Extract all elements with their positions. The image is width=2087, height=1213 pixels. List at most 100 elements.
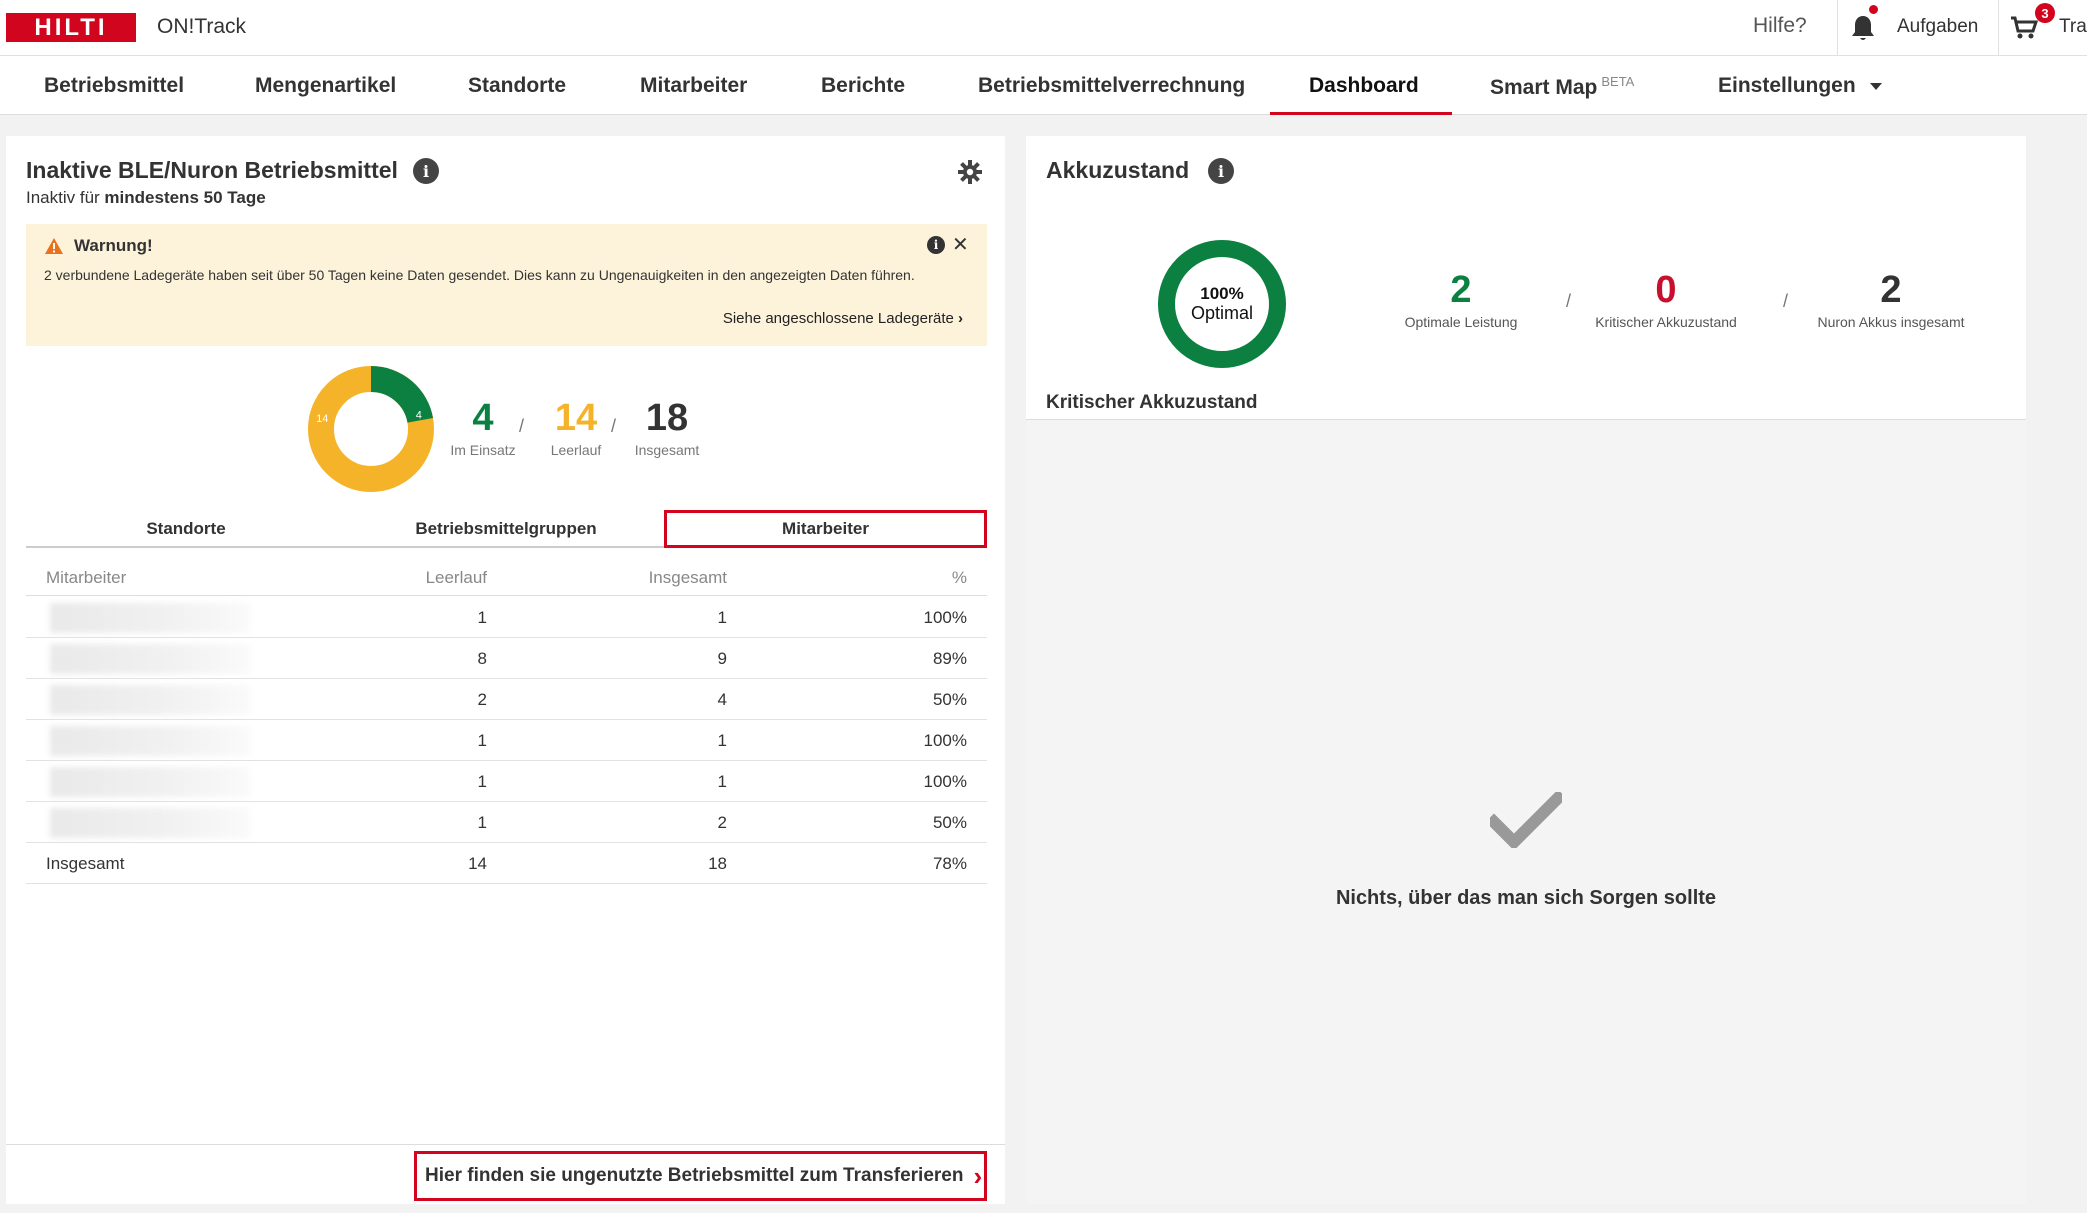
stat-separator: / xyxy=(1783,291,1789,311)
nav-einstellungen-label: Einstellungen xyxy=(1718,74,1856,97)
ring-label: Optimal xyxy=(1190,303,1253,323)
header-divider xyxy=(1837,0,1838,56)
see-chargers-label: Siehe angeschlossene Ladegeräte xyxy=(722,310,954,327)
ring-percent: 100% xyxy=(1200,284,1244,303)
cell-leerlauf: 1 xyxy=(477,731,487,750)
header-leerlauf[interactable]: Leerlauf xyxy=(426,568,487,588)
redacted-name xyxy=(50,603,250,633)
table-row[interactable]: 8 9 89% xyxy=(26,638,987,679)
table-row[interactable]: 1 2 50% xyxy=(26,802,987,843)
total-leerlauf: 14 xyxy=(468,854,487,873)
stat-separator: / xyxy=(611,416,617,436)
nav-dashboard[interactable]: Dashboard xyxy=(1309,74,1419,98)
cell-percent: 100% xyxy=(923,772,967,791)
tab-mitarbeiter[interactable]: Mitarbeiter xyxy=(664,510,987,548)
caret-down-icon xyxy=(1869,82,1882,90)
stat-separator: / xyxy=(1566,291,1572,311)
header-divider xyxy=(1998,0,1999,56)
cell-percent: 50% xyxy=(932,690,967,709)
stat-total: 18 Insgesamt xyxy=(622,398,712,458)
transfer-unused-link[interactable]: Hier finden sie ungenutzte Betriebsmitte… xyxy=(414,1151,987,1201)
top-header: HILTI ON!Track Hilfe? Aufgaben 3 Tra xyxy=(0,0,2087,56)
warning-text: 2 verbundene Ladegeräte haben seit über … xyxy=(44,267,915,283)
stat-in-use-label: Im Einsatz xyxy=(450,442,516,458)
total-insgesamt: 18 xyxy=(708,854,727,873)
stat-idle-label: Leerlauf xyxy=(550,442,602,458)
chevron-right-icon: › xyxy=(958,310,963,327)
main-nav: Betriebsmittel Mengenartikel Standorte M… xyxy=(0,56,2087,115)
battery-widget: Akkuzustand i 100% Optimal 2 Optimale Le… xyxy=(1026,136,2026,1204)
nav-mitarbeiter[interactable]: Mitarbeiter xyxy=(640,74,747,98)
redacted-name xyxy=(50,767,250,797)
see-chargers-link[interactable]: Siehe angeschlossene Ladegeräte › xyxy=(723,310,963,327)
battery-summary: Akkuzustand i 100% Optimal 2 Optimale Le… xyxy=(1026,136,2026,420)
stat-idle: 14 Leerlauf xyxy=(536,398,616,458)
nav-betriebsmittelverrechnung[interactable]: Betriebsmittelverrechnung xyxy=(978,74,1245,98)
stat-total-batteries: 2 Nuron Akkus insgesamt xyxy=(1791,270,1991,330)
table-row[interactable]: 1 1 100% xyxy=(26,720,987,761)
redacted-name xyxy=(50,726,250,756)
cart-label[interactable]: Tra xyxy=(2059,16,2087,38)
cell-percent: 100% xyxy=(923,731,967,750)
tasks-link[interactable]: Aufgaben xyxy=(1897,16,1978,38)
checkmark-icon xyxy=(1490,792,1562,848)
header-insgesamt[interactable]: Insgesamt xyxy=(649,568,727,588)
cart-icon[interactable] xyxy=(2010,16,2038,40)
redacted-name xyxy=(50,808,250,838)
cell-insgesamt: 4 xyxy=(717,690,727,709)
subtitle-prefix: Inaktiv für xyxy=(26,188,105,207)
stat-critical: 0 Kritischer Akkuzustand xyxy=(1576,270,1756,330)
nav-betriebsmittel[interactable]: Betriebsmittel xyxy=(44,74,184,98)
nav-einstellungen[interactable]: Einstellungen xyxy=(1718,74,1882,98)
inactive-tools-widget: Inaktive BLE/Nuron Betriebsmittel i Inak… xyxy=(6,136,1005,1204)
nav-smart-map[interactable]: Smart Map BETA xyxy=(1490,74,1634,100)
cell-percent: 100% xyxy=(923,608,967,627)
transfer-link-label: Hier finden sie ungenutzte Betriebsmitte… xyxy=(425,1165,964,1186)
stat-total-label: Insgesamt xyxy=(634,442,700,458)
nav-berichte[interactable]: Berichte xyxy=(821,74,905,98)
bell-icon[interactable] xyxy=(1850,14,1876,42)
info-icon[interactable]: i xyxy=(1208,158,1234,184)
header-mitarbeiter[interactable]: Mitarbeiter xyxy=(46,568,126,588)
close-icon[interactable]: ✕ xyxy=(952,232,969,257)
redacted-name xyxy=(50,644,250,674)
stat-optimal-value: 2 xyxy=(1450,269,1472,311)
gear-icon[interactable] xyxy=(958,160,982,184)
cell-leerlauf: 1 xyxy=(477,813,487,832)
help-link[interactable]: Hilfe? xyxy=(1753,14,1807,38)
table-row[interactable]: 1 1 100% xyxy=(26,761,987,802)
donut-in-use-label: 4 xyxy=(416,409,422,421)
table-header: Mitarbeiter Leerlauf Insgesamt % xyxy=(26,558,987,596)
stat-critical-label: Kritischer Akkuzustand xyxy=(1595,314,1737,330)
hilti-logo[interactable]: HILTI xyxy=(6,13,136,42)
nav-standorte[interactable]: Standorte xyxy=(468,74,566,98)
table-total-row: Insgesamt 14 18 78% xyxy=(26,843,987,884)
cell-leerlauf: 8 xyxy=(477,649,487,668)
info-icon[interactable]: i xyxy=(413,158,439,184)
header-percent[interactable]: % xyxy=(952,568,967,588)
inactive-donut-chart: 4 14 xyxy=(308,366,434,492)
stat-optimal: 2 Optimale Leistung xyxy=(1386,270,1536,330)
tab-standorte[interactable]: Standorte xyxy=(26,510,346,548)
stat-in-use: 4 Im Einsatz xyxy=(443,398,523,458)
cell-leerlauf: 1 xyxy=(477,772,487,791)
critical-section-title: Kritischer Akkuzustand xyxy=(1046,392,1258,413)
warning-title: Warnung! xyxy=(74,236,153,255)
stat-idle-value: 14 xyxy=(554,397,598,439)
widget-footer: Hier finden sie ungenutzte Betriebsmitte… xyxy=(6,1144,1005,1204)
widget-subtitle: Inaktiv für mindestens 50 Tage xyxy=(26,188,266,208)
donut-idle-label: 14 xyxy=(316,413,328,425)
cell-leerlauf: 1 xyxy=(477,608,487,627)
tab-betriebsmittelgruppen[interactable]: Betriebsmittelgruppen xyxy=(346,510,666,548)
total-percent: 78% xyxy=(932,854,967,873)
redacted-name xyxy=(50,685,250,715)
beta-badge: BETA xyxy=(1601,74,1635,89)
cart-count-badge: 3 xyxy=(2035,3,2055,23)
table-row[interactable]: 2 4 50% xyxy=(26,679,987,720)
info-icon[interactable]: i xyxy=(927,236,945,254)
subtitle-bold: mindestens 50 Tage xyxy=(104,188,266,207)
notification-dot xyxy=(1869,5,1878,14)
cell-insgesamt: 1 xyxy=(717,772,727,791)
table-row[interactable]: 1 1 100% xyxy=(26,597,987,638)
nav-mengenartikel[interactable]: Mengenartikel xyxy=(255,74,396,98)
